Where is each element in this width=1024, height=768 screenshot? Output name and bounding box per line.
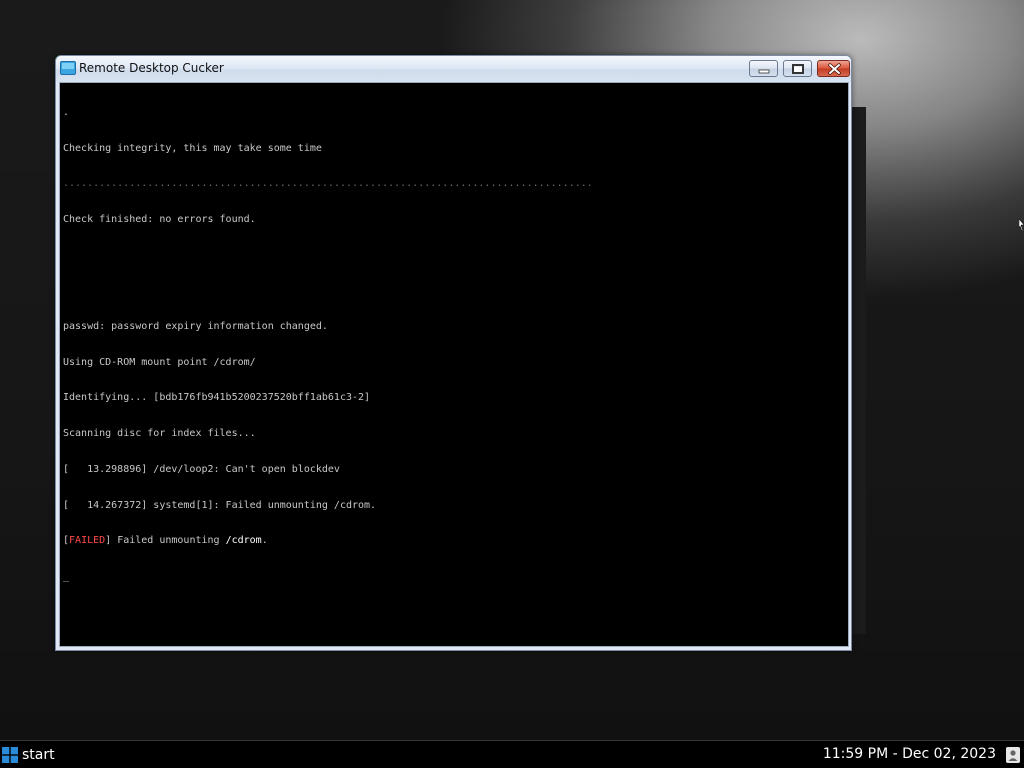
console-output: . Checking integrity, this may take some… — [63, 83, 593, 607]
window-titlebar[interactable]: Remote Desktop Cucker — [56, 56, 851, 82]
close-icon — [828, 63, 841, 75]
failed-path: /cdrom — [225, 535, 262, 547]
failed-end: . — [261, 535, 268, 547]
console-line: ........................................… — [63, 178, 593, 190]
console-line: [ 14.267372] systemd[1]: Failed unmounti… — [63, 499, 377, 511]
console-line: Scanning disc for index files... — [63, 428, 256, 440]
desktop: Remote Desktop Cucker . Checking integri… — [0, 0, 1024, 740]
user-icon[interactable] — [1006, 747, 1020, 763]
start-label: start — [22, 747, 55, 763]
background-window-edge — [852, 107, 866, 634]
console-cursor: _ — [63, 570, 70, 582]
console-line: Identifying... [bdb176fb941b5200237520bf… — [63, 392, 371, 404]
console-failed-line: [FAILED] Failed unmounting /cdrom. — [63, 535, 593, 547]
console-line: [ 13.298896] /dev/loop2: Can't open bloc… — [63, 463, 340, 475]
console-line: Checking integrity, this may take some t… — [63, 142, 322, 154]
maximize-icon — [792, 64, 804, 74]
window-title: Remote Desktop Cucker — [79, 61, 224, 75]
taskbar: start 11:59 PM - Dec 02, 2023 — [0, 740, 1024, 768]
console-line: passwd: password expiry information chan… — [63, 321, 328, 333]
minimize-button[interactable] — [749, 60, 778, 77]
start-button[interactable]: start — [0, 744, 60, 766]
windows-logo-icon — [2, 747, 18, 763]
console-line: Using CD-ROM mount point /cdrom/ — [63, 356, 256, 368]
console-line: . — [63, 106, 70, 118]
failed-message: Failed unmounting — [111, 535, 226, 547]
remote-desktop-window[interactable]: Remote Desktop Cucker . Checking integri… — [55, 55, 852, 651]
console-line: Check finished: no errors found. — [63, 213, 256, 225]
minimize-icon — [758, 69, 770, 74]
taskbar-clock[interactable]: 11:59 PM - Dec 02, 2023 — [823, 745, 996, 763]
failed-status: FAILED — [69, 535, 106, 547]
terminal-console[interactable]: . Checking integrity, this may take some… — [59, 82, 849, 647]
remote-desktop-icon — [60, 61, 76, 75]
mouse-cursor-icon — [1019, 219, 1024, 232]
close-button[interactable] — [817, 60, 850, 77]
maximize-button[interactable] — [783, 60, 812, 77]
